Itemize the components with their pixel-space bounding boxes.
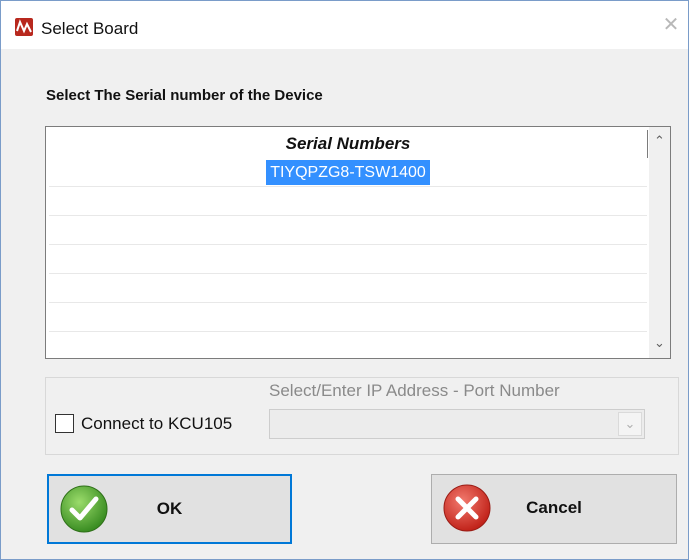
- window-title: Select Board: [41, 19, 139, 38]
- serial-number-cell: TIYQPZG8-TSW1400: [266, 160, 430, 185]
- vertical-scrollbar[interactable]: ⌃ ⌄: [649, 127, 670, 358]
- ok-button[interactable]: OK: [47, 474, 292, 544]
- select-board-dialog: Select Board ✕ Select The Serial number …: [0, 0, 689, 560]
- table-row[interactable]: TIYQPZG8-TSW1400: [49, 158, 647, 187]
- ok-label: OK: [156, 499, 183, 518]
- connect-kcu105-checkbox[interactable]: [55, 414, 74, 433]
- table-row[interactable]: [49, 245, 647, 274]
- chevron-down-icon[interactable]: ⌄: [618, 412, 642, 436]
- serial-numbers-grid[interactable]: Serial Numbers TIYQPZG8-TSW1400 ⌃ ⌄: [45, 126, 671, 359]
- app-logo-icon: [15, 18, 33, 36]
- table-row[interactable]: [49, 274, 647, 303]
- title-bar: Select Board ✕: [1, 1, 688, 49]
- table-row[interactable]: [49, 332, 647, 358]
- connect-kcu105-label[interactable]: Connect to KCU105: [81, 414, 232, 434]
- serial-numbers-header: Serial Numbers: [49, 130, 647, 158]
- chevron-down-icon[interactable]: ⌄: [649, 332, 670, 353]
- table-row[interactable]: [49, 187, 647, 216]
- chevron-up-icon[interactable]: ⌃: [649, 130, 670, 151]
- cancel-button[interactable]: Cancel: [431, 474, 677, 544]
- table-row[interactable]: [49, 303, 647, 332]
- ip-address-label: Select/Enter IP Address - Port Number: [269, 381, 560, 400]
- close-icon[interactable]: ✕: [661, 15, 681, 35]
- ip-address-combo[interactable]: ⌄: [269, 409, 645, 439]
- instruction-label: Select The Serial number of the Device: [46, 87, 323, 104]
- header-divider: [647, 130, 648, 158]
- cancel-label: Cancel: [526, 498, 582, 517]
- table-row[interactable]: [49, 216, 647, 245]
